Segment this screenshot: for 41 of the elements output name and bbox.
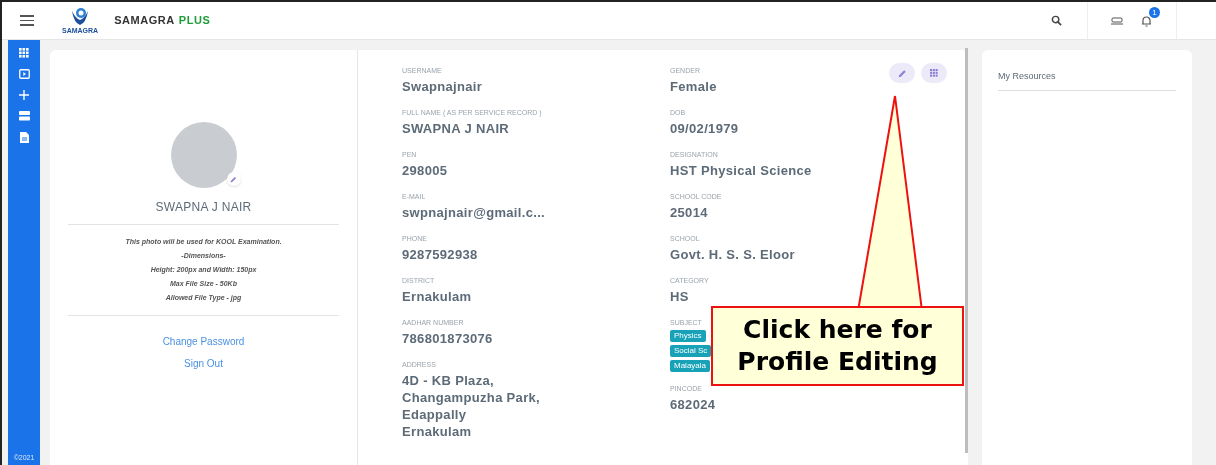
apps-button[interactable] (921, 63, 947, 83)
field-value: 09/02/1979 (670, 120, 739, 138)
subject-tag: Social Sc (670, 345, 712, 357)
field-value: Govt. H. S. S. Eloor (670, 246, 795, 264)
search-icon[interactable] (1051, 15, 1062, 26)
subject-tag: Physics (670, 330, 706, 342)
server-icon[interactable] (18, 111, 30, 121)
account-link[interactable]: Sign Out (184, 356, 223, 371)
field-value: HS (670, 288, 689, 306)
field-value: 298005 (402, 162, 448, 180)
field-value: 9287592938 (402, 246, 478, 264)
ticket-icon[interactable] (1111, 16, 1123, 25)
field-value: Ernakulam (402, 288, 472, 306)
field-value: HST Physical Science (670, 162, 812, 180)
document-icon[interactable] (19, 132, 29, 143)
field-value: 682024 (670, 396, 716, 414)
grid-icon (930, 69, 938, 77)
callout-text: Click here for Profile Editing (711, 306, 964, 386)
plus-icon[interactable] (19, 90, 29, 100)
field-value: swpnajnair@gmail.c... (402, 204, 546, 222)
bell-icon[interactable] (1141, 14, 1152, 27)
field-value: Swapnajnair (402, 78, 483, 96)
grid-icon[interactable] (19, 48, 29, 58)
video-icon[interactable] (18, 69, 30, 79)
brand-accent: PLUS (178, 13, 211, 29)
field-value: 4D - KB Plaza, Changampuzha Park, Edappally Ernakulam (402, 372, 541, 440)
brand-name: SAMAGRA (114, 13, 175, 29)
field-value: 25014 (670, 204, 708, 222)
menu-icon[interactable] (20, 15, 34, 26)
notification-badge: 1 (1149, 6, 1160, 18)
account-link[interactable]: Change Password (162, 334, 245, 349)
edit-profile-button[interactable] (889, 63, 915, 83)
profile-name: SWAPNA J NAIR (155, 199, 252, 216)
pencil-icon (897, 68, 907, 78)
panel-title: My Resources (998, 70, 1176, 91)
field-value: SWAPNA J NAIR (402, 120, 510, 138)
field-value: 786801873076 (402, 330, 493, 348)
subject-tag: Malayala (670, 360, 710, 372)
photo-edit-button[interactable] (226, 172, 241, 186)
pencil-icon (230, 175, 237, 183)
field-value: Female (670, 78, 717, 96)
